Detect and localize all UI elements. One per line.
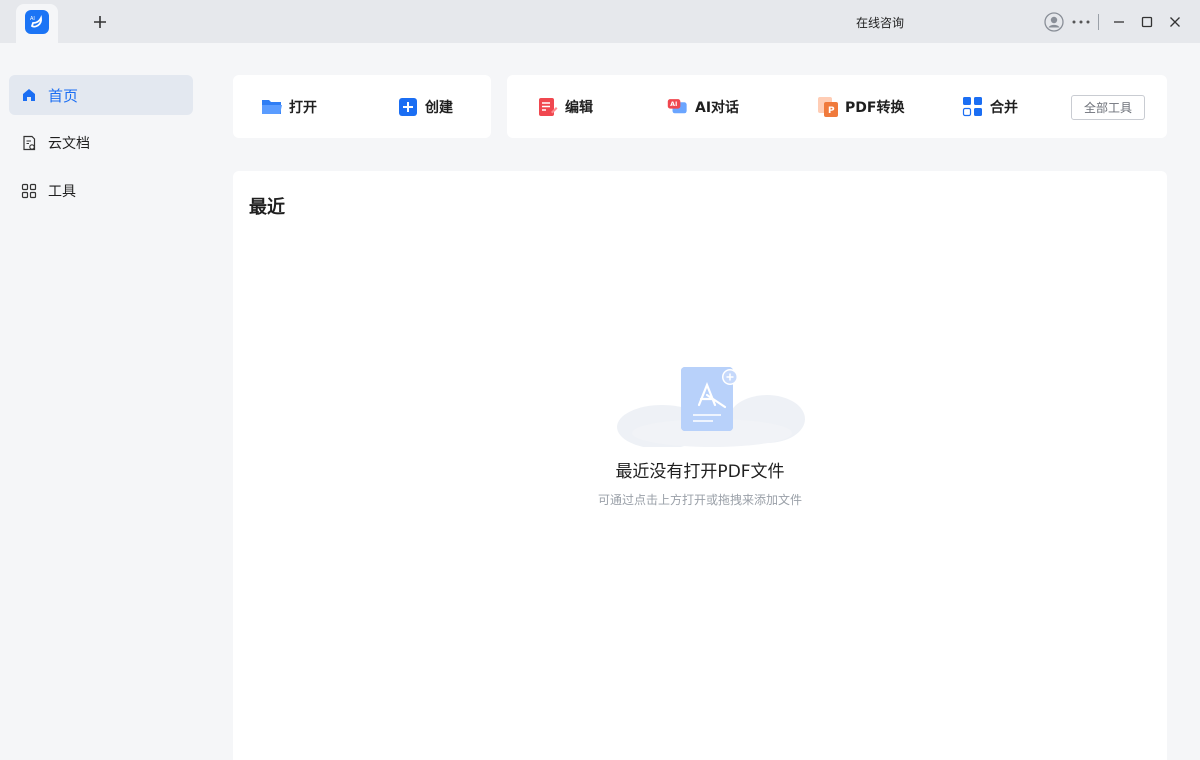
title-bar: AI 在线咨询 (0, 0, 1200, 43)
quick-actions-card: 打开 创建 (233, 75, 491, 138)
edit-button[interactable]: 编辑 (537, 95, 593, 119)
ai-chat-button[interactable]: AI AI对话 (667, 95, 739, 119)
app-logo-icon: AI (25, 10, 49, 34)
ai-badge-text: AI (670, 101, 677, 108)
sidebar-item-label: 工具 (48, 184, 76, 200)
cloud-doc-icon (20, 134, 38, 152)
edit-label: 编辑 (565, 100, 593, 116)
pdf-convert-icon: P (817, 96, 839, 118)
edit-doc-icon (537, 96, 559, 118)
folder-open-icon (261, 96, 283, 118)
close-icon[interactable] (1164, 11, 1186, 33)
merge-icon (962, 96, 984, 118)
pdf-badge-text: P (828, 106, 835, 116)
recent-title: 最近 (249, 197, 285, 218)
account-icon[interactable] (1043, 11, 1065, 33)
pdf-convert-button[interactable]: P PDF转换 (817, 95, 904, 119)
sidebar-item-tools[interactable]: 工具 (9, 171, 193, 211)
merge-button[interactable]: 合并 (962, 95, 1018, 119)
pdf-convert-label: PDF转换 (845, 100, 905, 116)
open-label: 打开 (289, 100, 317, 116)
titlebar-divider (1098, 14, 1099, 30)
sidebar: 首页 云文档 工具 (0, 43, 201, 760)
app-tab[interactable]: AI (16, 4, 58, 43)
online-consult-link[interactable]: 在线咨询 (856, 14, 904, 31)
ai-chat-label: AI对话 (695, 100, 740, 116)
all-tools-button[interactable]: 全部工具 (1071, 95, 1145, 120)
plus-icon[interactable] (88, 10, 112, 34)
empty-state-subtitle: 可通过点击上方打开或拖拽来添加文件 (597, 493, 802, 507)
tools-card: 编辑 AI AI对话 P PDF转换 合并 全部工具 (507, 75, 1167, 138)
create-button[interactable]: 创建 (397, 95, 453, 119)
home-icon (20, 86, 38, 104)
plus-square-icon (397, 96, 419, 118)
merge-label: 合并 (990, 100, 1018, 116)
maximize-icon[interactable] (1136, 11, 1158, 33)
open-button[interactable]: 打开 (261, 95, 317, 119)
create-label: 创建 (425, 100, 453, 116)
more-icon[interactable] (1070, 11, 1092, 33)
sidebar-item-cloud-docs[interactable]: 云文档 (9, 123, 193, 163)
sidebar-item-label: 首页 (48, 86, 79, 105)
sidebar-item-label: 云文档 (48, 136, 90, 152)
recent-card: 最近 最近没有打开PDF文件 可通过点击上方打开或拖拽来添加文件 (233, 171, 1167, 760)
svg-text:AI: AI (30, 16, 35, 22)
tools-grid-icon (20, 182, 38, 200)
ai-chat-icon: AI (667, 96, 689, 118)
sidebar-item-home[interactable]: 首页 (9, 75, 193, 115)
empty-pdf-illustration-icon (617, 367, 805, 447)
empty-state-title: 最近没有打开PDF文件 (615, 462, 785, 482)
minimize-icon[interactable] (1108, 11, 1130, 33)
